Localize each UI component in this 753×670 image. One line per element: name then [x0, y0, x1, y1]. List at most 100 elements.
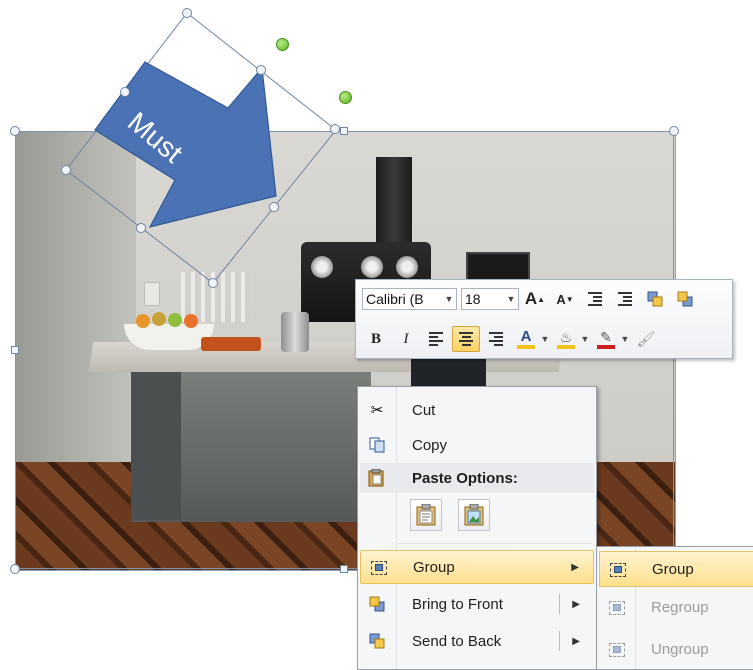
chevron-down-icon[interactable]: ▼ — [540, 334, 550, 344]
format-painter-button[interactable]: 🖌 — [632, 326, 660, 352]
paste-text-icon — [416, 504, 436, 526]
chevron-down-icon[interactable]: ▼ — [620, 334, 630, 344]
photo-cabinet-shadow — [131, 370, 181, 520]
font-size-value: 18 — [465, 291, 481, 307]
grow-font-button[interactable]: A ▲ — [521, 286, 549, 312]
bring-forward-icon — [647, 291, 663, 307]
paint-bucket-icon: ♨ — [559, 328, 573, 345]
submenu-item-regroup-label: Regroup — [651, 598, 709, 616]
submenu-item-regroup[interactable]: Regroup — [599, 589, 753, 625]
font-color-swatch — [517, 345, 535, 349]
photo-fruit — [152, 312, 166, 326]
arrow-handle[interactable] — [256, 65, 266, 75]
font-name-value: Calibri (B — [366, 291, 424, 307]
photo-dial — [361, 256, 383, 278]
font-color-icon: A — [520, 328, 532, 345]
mini-toolbar-row-format: B I A ▼ ♨ ▼ ✎ ▼ 🖌 — [362, 324, 726, 354]
shape-fill-button[interactable]: ♨ — [552, 326, 580, 352]
resize-handle-top-right[interactable] — [669, 126, 679, 136]
resize-handle-left[interactable] — [11, 346, 19, 354]
submenu-item-ungroup[interactable]: Ungroup — [599, 631, 753, 667]
menu-item-bring-to-front[interactable]: Bring to Front ▶ — [360, 587, 594, 621]
submenu-arrow-icon[interactable]: ▶ — [572, 636, 580, 647]
regroup-icon — [599, 590, 633, 624]
clipboard-icon — [368, 468, 384, 492]
shrink-font-button[interactable]: A ▼ — [551, 286, 579, 312]
picture-rotation-handle[interactable] — [339, 91, 352, 104]
menu-item-cut-label: Cut — [412, 401, 436, 419]
arrow-handle-bottom[interactable] — [208, 278, 218, 288]
bold-button[interactable]: B — [362, 326, 390, 352]
decrease-indent-icon — [588, 292, 602, 306]
align-left-button[interactable] — [422, 326, 450, 352]
paste-picture-button[interactable] — [458, 499, 490, 531]
resize-handle-top-left[interactable] — [10, 126, 20, 136]
menu-item-cut[interactable]: ✂ Cut — [360, 393, 594, 427]
chevron-down-icon[interactable]: ▼ — [580, 334, 590, 344]
arrow-handle[interactable] — [61, 165, 71, 175]
arrow-handle-top[interactable] — [182, 8, 192, 18]
paste-options-header: Paste Options: — [360, 463, 594, 493]
resize-handle-top[interactable] — [340, 127, 348, 135]
menu-item-copy-label: Copy — [412, 436, 448, 454]
shape-outline-button[interactable]: ✎ — [592, 326, 620, 352]
paste-keep-formatting-button[interactable] — [410, 499, 442, 531]
chevron-down-icon[interactable]: ▼ — [504, 294, 518, 304]
menu-split-divider — [559, 594, 560, 614]
group-icon — [361, 550, 395, 584]
ungroup-icon — [599, 632, 633, 666]
chevron-down-icon[interactable]: ▼ — [442, 294, 456, 304]
increase-indent-icon — [618, 292, 632, 306]
submenu-arrow-icon: ▶ — [571, 561, 579, 573]
submenu-item-group[interactable]: Group — [599, 551, 753, 587]
submenu-arrow-icon[interactable]: ▶ — [572, 599, 580, 610]
photo-dial — [311, 256, 333, 278]
copy-icon — [360, 428, 394, 462]
menu-item-group[interactable]: Group ▶ — [360, 550, 594, 584]
photo-dial — [396, 256, 418, 278]
menu-split-divider — [559, 631, 560, 651]
mini-toolbar: Calibri (B ▼ 18 ▼ A ▲ A ▼ B I A ▼ ♨ ▼ ✎ … — [355, 279, 733, 359]
menu-item-bring-to-front-label: Bring to Front — [412, 595, 503, 613]
font-name-combo[interactable]: Calibri (B ▼ — [362, 288, 457, 310]
decrease-indent-button[interactable] — [581, 286, 609, 312]
photo-fruit — [136, 314, 150, 328]
font-color-button[interactable]: A — [512, 326, 540, 352]
format-painter-icon: 🖌 — [636, 331, 656, 348]
align-center-button[interactable] — [452, 326, 480, 352]
paste-picture-icon — [464, 504, 484, 526]
arrow-rotation-handle[interactable] — [276, 38, 289, 51]
font-size-combo[interactable]: 18 ▼ — [461, 288, 519, 310]
resize-handle-bottom[interactable] — [340, 565, 348, 573]
align-right-button[interactable] — [482, 326, 510, 352]
align-left-icon — [429, 332, 443, 346]
shrink-font-icon: A — [556, 291, 566, 307]
photo-fruit — [168, 313, 182, 327]
send-backward-button[interactable] — [671, 286, 699, 312]
grow-font-icon: A — [524, 289, 538, 308]
menu-separator — [398, 543, 592, 544]
increase-indent-button[interactable] — [611, 286, 639, 312]
menu-item-group-label: Group — [413, 558, 455, 576]
photo-light-switch — [144, 282, 160, 306]
menu-item-send-to-back[interactable]: Send to Back ▶ — [360, 624, 594, 658]
arrow-handle[interactable] — [120, 87, 130, 97]
send-backward-icon — [677, 291, 693, 307]
align-right-icon — [489, 332, 503, 346]
send-to-back-icon — [360, 624, 394, 658]
scissors-icon: ✂ — [370, 402, 384, 419]
context-menu: ✂ Cut Copy Paste Options: Group ▶ Bring … — [357, 386, 597, 670]
shape-outline-swatch — [597, 344, 615, 349]
bring-forward-button[interactable] — [641, 286, 669, 312]
group-submenu: Group Regroup Ungroup — [596, 546, 753, 670]
photo-capsule-tower — [376, 157, 412, 252]
group-icon — [600, 552, 634, 586]
photo-bin — [411, 357, 486, 387]
menu-item-copy[interactable]: Copy — [360, 428, 594, 462]
arrow-handle[interactable] — [136, 223, 146, 233]
resize-handle-bottom-left[interactable] — [10, 564, 20, 574]
arrow-handle-right[interactable] — [330, 124, 340, 134]
italic-button[interactable]: I — [392, 326, 420, 352]
arrow-handle[interactable] — [269, 202, 279, 212]
submenu-item-ungroup-label: Ungroup — [651, 640, 709, 658]
